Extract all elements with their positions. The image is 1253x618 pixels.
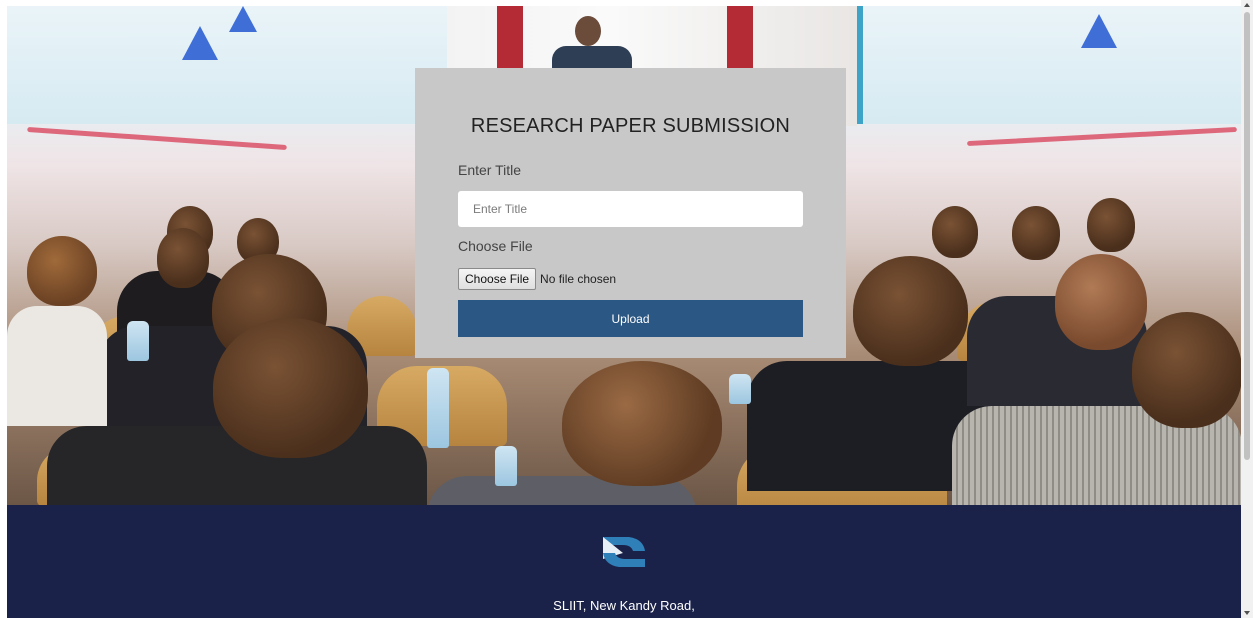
stage-curtain: [497, 6, 523, 76]
page-scrollbar[interactable]: [1241, 0, 1253, 618]
chart-triangle-shape: [229, 6, 257, 32]
footer-address: SLIIT, New Kandy Road,: [553, 598, 695, 613]
decoration-ribbon: [967, 126, 1237, 147]
submission-form-card: RESEARCH PAPER SUBMISSION Enter Title Ch…: [415, 68, 846, 358]
audience-figure: [932, 206, 978, 258]
organization-logo-icon: [603, 537, 645, 567]
form-title: RESEARCH PAPER SUBMISSION: [470, 115, 791, 137]
audience-figure: [1132, 312, 1241, 428]
audience-figure: [213, 318, 368, 458]
upload-button[interactable]: Upload: [458, 300, 803, 337]
file-field-label: Choose File: [458, 238, 533, 254]
water-bottle: [495, 446, 517, 486]
file-input: Choose File No file chosen: [458, 268, 803, 290]
footer: SLIIT, New Kandy Road,: [7, 505, 1241, 618]
choose-file-button[interactable]: Choose File: [458, 268, 537, 290]
file-status-text: No file chosen: [540, 272, 617, 286]
audience-figure: [157, 228, 209, 288]
audience-figure: [27, 236, 97, 306]
presentation-screen-left: [7, 6, 455, 124]
water-bottle: [427, 368, 449, 448]
water-bottle: [729, 374, 751, 404]
audience-figure: [1087, 198, 1135, 252]
scroll-up-arrow-icon[interactable]: [1244, 3, 1250, 7]
title-field-label: Enter Title: [458, 162, 522, 178]
presentation-screen-right: [857, 6, 1241, 124]
audience-figure: [562, 361, 722, 486]
audience-figure: [7, 306, 107, 426]
audience-figure: [1012, 206, 1060, 260]
decoration-ribbon: [27, 126, 287, 151]
page: RESEARCH PAPER SUBMISSION Enter Title Ch…: [0, 0, 1253, 618]
scrollbar-thumb[interactable]: [1244, 12, 1250, 460]
chart-triangle-shape: [182, 26, 218, 60]
stage-curtain: [727, 6, 753, 76]
title-input[interactable]: [458, 191, 803, 227]
speaker-figure: [575, 16, 601, 46]
audience-figure: [1055, 254, 1147, 350]
audience-figure: [853, 256, 968, 366]
chart-triangle-shape: [1081, 14, 1117, 48]
scroll-down-arrow-icon[interactable]: [1244, 611, 1250, 615]
water-bottle: [127, 321, 149, 361]
